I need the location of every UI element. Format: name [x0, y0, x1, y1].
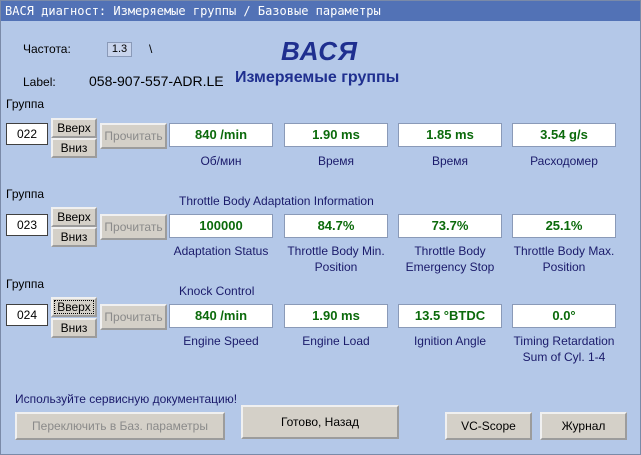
read-button[interactable]: Прочитать [100, 123, 167, 149]
measurement-caption: Время [317, 154, 355, 168]
frequency-label: Частота: [23, 42, 71, 56]
measurement-value: 84.7% [284, 214, 388, 238]
measurement-value: 840 /min [169, 123, 273, 147]
measurement-value: 100000 [169, 214, 273, 238]
measurement-value: 73.7% [398, 214, 502, 238]
group-label: Группа [6, 97, 45, 111]
group-number-input[interactable]: 023 [6, 214, 48, 236]
measurement-caption: Throttle Body Min. Position [287, 244, 385, 274]
measurement-caption: Timing Retardation Sum of Cyl. 1-4 [513, 334, 615, 364]
app-logo-title: ВАСЯ [281, 36, 358, 66]
measurement-value: 25.1% [512, 214, 616, 238]
measurement-caption: Об/мин [200, 154, 242, 168]
switch-basic-params-button[interactable]: Переключить в Баз. параметры [15, 412, 225, 440]
group-heading: Throttle Body Adaptation Information [179, 194, 374, 208]
frequency-indicator: \ [149, 42, 153, 56]
group-label: Группа [6, 187, 45, 201]
measurement-value: 1.90 ms [284, 123, 388, 147]
group-label: Группа [6, 277, 45, 291]
group-down-button[interactable]: Вниз [51, 138, 97, 158]
service-documentation-hint: Используйте сервисную документацию! [15, 392, 238, 406]
vc-scope-button[interactable]: VC-Scope [445, 412, 532, 440]
measurement-caption: Engine Load [302, 334, 370, 348]
label-value: 058-907-557-ADR.LE [89, 73, 224, 89]
group-heading: Knock Control [179, 284, 255, 298]
measurement-caption: Время [431, 154, 469, 168]
measurement-value: 0.0° [512, 304, 616, 328]
group-up-button[interactable]: Вверх [51, 118, 97, 138]
measurement-caption: Engine Speed [183, 334, 259, 348]
read-button[interactable]: Прочитать [100, 214, 167, 240]
measurement-value: 13.5 °BTDC [398, 304, 502, 328]
read-button[interactable]: Прочитать [100, 304, 167, 330]
window-title: ВАСЯ диагност: Измеряемые группы / Базов… [5, 4, 381, 18]
measurement-value: 1.85 ms [398, 123, 502, 147]
page-title: Измеряемые группы [235, 69, 400, 86]
label-caption: Label: [23, 75, 56, 89]
main-window: ВАСЯ диагност: Измеряемые группы / Базов… [0, 0, 641, 455]
measurement-value: 1.90 ms [284, 304, 388, 328]
group-down-button[interactable]: Вниз [51, 318, 97, 338]
measurement-caption: Расходомер [530, 154, 598, 168]
group-number-input[interactable]: 022 [6, 123, 48, 145]
group-number-input[interactable]: 024 [6, 304, 48, 326]
group-up-button[interactable]: Вверх [51, 207, 97, 227]
measurement-caption: Throttle Body Max. Position [513, 244, 615, 274]
measurement-value: 840 /min [169, 304, 273, 328]
frequency-value: 1.3 [107, 42, 132, 57]
measurement-caption: Ignition Angle [413, 334, 487, 348]
title-bar: ВАСЯ диагност: Измеряемые группы / Базов… [1, 1, 640, 21]
group-up-button[interactable]: Вверх [51, 297, 97, 317]
done-back-button[interactable]: Готово, Назад [241, 405, 399, 439]
measurement-caption: Throttle Body Emergency Stop [405, 244, 495, 274]
group-down-button[interactable]: Вниз [51, 227, 97, 247]
measurement-caption: Adaptation Status [173, 244, 269, 258]
measurement-value: 3.54 g/s [512, 123, 616, 147]
log-button[interactable]: Журнал [540, 412, 627, 440]
